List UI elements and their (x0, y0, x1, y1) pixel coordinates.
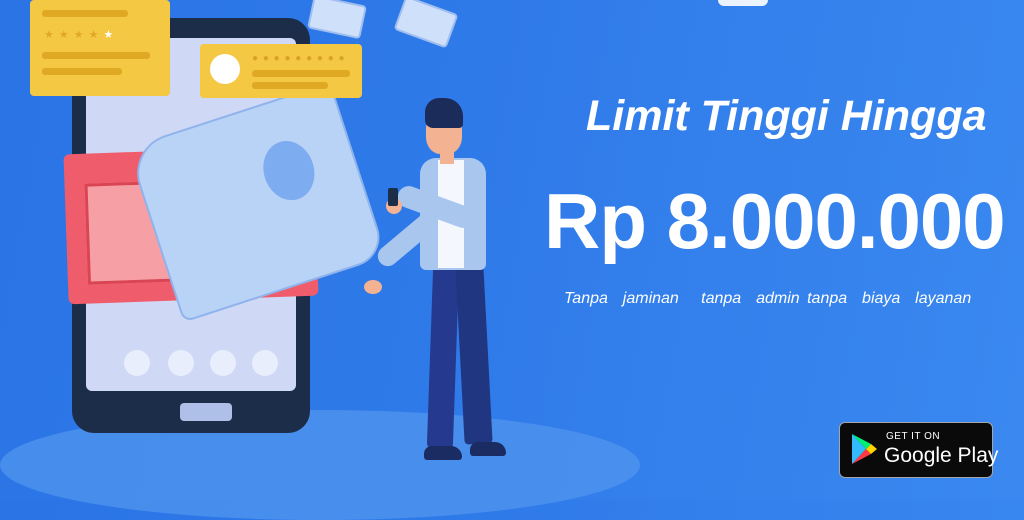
person-shoe (424, 446, 462, 460)
card-line (252, 82, 328, 89)
flying-bill (393, 0, 459, 49)
card-line (42, 10, 128, 17)
screen-dot (252, 350, 278, 376)
person-shoe (470, 442, 506, 456)
screen-dot (210, 350, 236, 376)
phone-in-hand-icon (388, 188, 398, 206)
top-decoration (718, 0, 768, 6)
google-play-badge[interactable]: GET IT ON Google Play (839, 422, 998, 478)
person-hand (364, 280, 382, 294)
rating-stars: ★★★★★ (44, 29, 119, 41)
badge-top-text: GET IT ON (886, 431, 941, 442)
loan-amount: Rp 8.000.000 (544, 177, 1006, 265)
card-line (42, 52, 150, 59)
avatar-icon (210, 54, 240, 84)
bill-watermark (255, 134, 322, 207)
flying-bill (307, 0, 367, 40)
card-dots: ● ● ● ● ● ● ● ● ● (252, 53, 346, 64)
badge-main-text: Google Play (884, 444, 999, 467)
card-line (252, 70, 350, 77)
headline: Limit Tinggi Hingga (586, 92, 987, 140)
review-card: ★★★★★ (30, 0, 170, 96)
card-line (42, 68, 122, 75)
tagline: Tanpa jaminan tanpa admin tanpa biaya la… (564, 290, 972, 307)
google-play-icon (852, 434, 877, 464)
screen-dot (124, 350, 150, 376)
profile-card: ● ● ● ● ● ● ● ● ● (200, 44, 362, 98)
screen-dot (168, 350, 194, 376)
person-hair (425, 98, 463, 128)
phone-home-button (180, 403, 232, 421)
